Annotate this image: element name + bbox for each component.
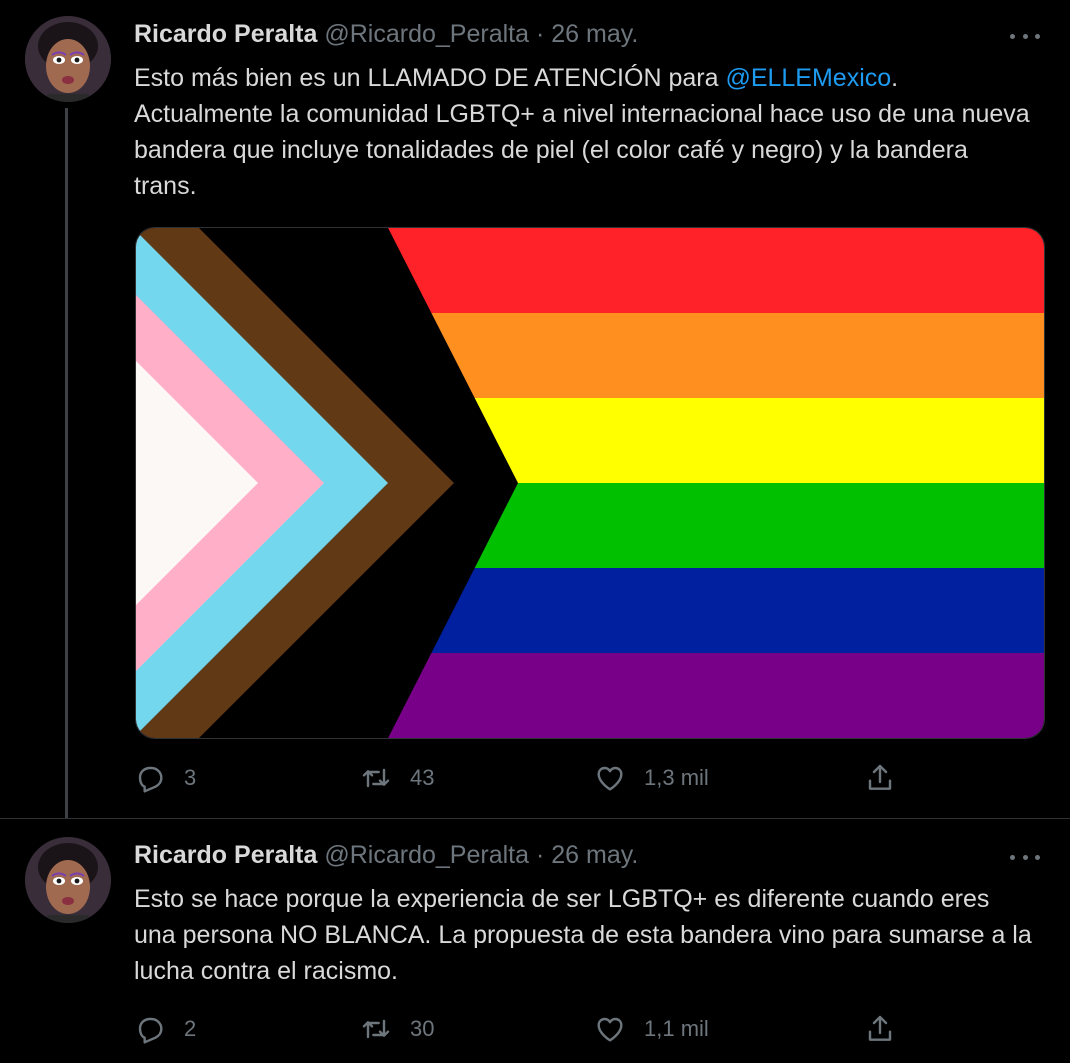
retweet-icon — [362, 1019, 390, 1039]
tweet-text: Esto más bien es un LLAMADO DE ATENCIÓN … — [134, 60, 1034, 204]
author-name[interactable]: Ricardo Peralta — [134, 20, 317, 48]
separator: · — [535, 20, 545, 48]
share-icon — [868, 764, 892, 790]
retweet-button[interactable]: 43 — [360, 758, 434, 798]
reply-count: 3 — [184, 765, 197, 790]
more-icon[interactable] — [1010, 26, 1040, 46]
tweet-header: Ricardo Peralta @Ricardo_Peralta · 26 ma… — [134, 18, 638, 50]
like-button[interactable]: 1,3 mil — [594, 758, 709, 798]
reply-icon — [138, 766, 163, 793]
reply-button[interactable]: 3 — [134, 758, 196, 798]
tweet[interactable]: Ricardo Peralta @Ricardo_Peralta · 26 ma… — [0, 818, 1070, 1063]
share-button[interactable] — [864, 1009, 896, 1049]
like-icon — [597, 766, 623, 791]
like-count: 1,1 mil — [644, 1016, 709, 1041]
author-handle[interactable]: @Ricardo_Peralta — [324, 20, 529, 48]
like-count: 1,3 mil — [644, 765, 709, 790]
action-bar: 3 43 1,3 mil — [134, 758, 1034, 798]
avatar[interactable] — [25, 16, 111, 102]
reply-icon — [138, 1017, 163, 1044]
retweet-button[interactable]: 30 — [360, 1009, 434, 1049]
tweet-text-part: Esto más bien es un LLAMADO DE ATENCIÓN … — [134, 64, 726, 92]
like-icon — [597, 1017, 623, 1042]
author-handle[interactable]: @Ricardo_Peralta — [324, 841, 529, 869]
tweet-header: Ricardo Peralta @Ricardo_Peralta · 26 ma… — [134, 839, 638, 871]
more-icon[interactable] — [1010, 847, 1040, 867]
mention-link[interactable]: @ELLEMexico — [725, 64, 891, 92]
tweet[interactable]: Ricardo Peralta @Ricardo_Peralta · 26 ma… — [0, 0, 1070, 818]
action-bar: 2 30 1,1 mil — [134, 1009, 1034, 1049]
retweet-count: 30 — [410, 1016, 435, 1041]
progress-pride-flag-image[interactable] — [135, 227, 1045, 739]
thread-line — [65, 108, 68, 818]
retweet-icon — [362, 768, 390, 788]
share-icon — [868, 1015, 892, 1041]
tweet-date[interactable]: 26 may. — [551, 20, 638, 48]
retweet-count: 43 — [410, 765, 435, 790]
reply-button[interactable]: 2 — [134, 1009, 196, 1049]
avatar[interactable] — [25, 837, 111, 923]
author-name[interactable]: Ricardo Peralta — [134, 841, 317, 869]
tweet-text: Esto se hace porque la experiencia de se… — [134, 885, 1032, 985]
separator: · — [535, 841, 545, 869]
flag-graphic — [136, 228, 1044, 738]
tweet-date[interactable]: 26 may. — [551, 841, 638, 869]
like-button[interactable]: 1,1 mil — [594, 1009, 709, 1049]
share-button[interactable] — [864, 758, 896, 798]
reply-count: 2 — [184, 1016, 197, 1041]
